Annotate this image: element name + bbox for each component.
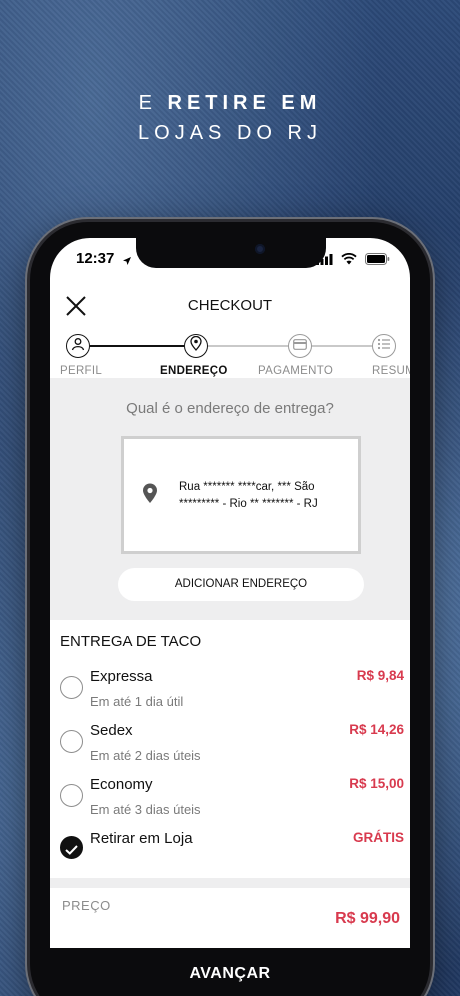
option-price: GRÁTIS	[352, 830, 404, 845]
option-eta: Em até 2 dias úteis	[90, 748, 201, 763]
status-time: 12:37	[76, 250, 115, 267]
address-card[interactable]: Rua ******* ****car, *** São ********* -…	[121, 436, 361, 554]
option-name: Retirar em Loja	[90, 830, 193, 847]
option-price: R$ 15,00	[349, 776, 404, 791]
status-icons	[316, 252, 390, 270]
option-name: Economy	[90, 776, 153, 793]
option-name: Expressa	[90, 668, 153, 685]
camera-icon	[255, 244, 265, 254]
step-label-pagamento: PAGAMENTO	[258, 365, 334, 377]
step-endereco[interactable]	[184, 334, 208, 358]
radio-button[interactable]	[60, 676, 83, 699]
checkmark-icon	[65, 842, 78, 860]
promo-prefix: E	[138, 92, 157, 114]
radio-button[interactable]	[60, 730, 83, 753]
location-arrow-icon	[122, 253, 132, 271]
step-pagamento[interactable]	[288, 334, 312, 358]
step-label-perfil: PERFIL	[60, 365, 103, 377]
advance-button[interactable]: AVANÇAR	[50, 948, 410, 996]
step-perfil[interactable]	[66, 334, 90, 358]
checkout-stepper: PERFIL ENDEREÇO PAGAMENTO RESUMO	[50, 332, 410, 382]
step-label-endereco: ENDEREÇO	[160, 365, 228, 377]
app-screen: 12:37 CHECKOUT PERFIL ENDEREÇO PAGAMENTO…	[50, 238, 410, 996]
price-summary: PREÇO R$ 99,90	[50, 888, 410, 948]
promo-line-2: LOJAS DO RJ	[138, 122, 322, 144]
location-pin-icon	[190, 335, 202, 356]
credit-card-icon	[293, 337, 307, 355]
step-resumo[interactable]	[372, 334, 396, 358]
delivery-option-retirar-em-loja[interactable]: Retirar em Loja GRÁTIS	[50, 826, 410, 878]
phone-frame: 12:37 CHECKOUT PERFIL ENDEREÇO PAGAMENTO…	[30, 222, 430, 996]
radio-button[interactable]	[60, 784, 83, 807]
delivery-title: ENTREGA DE TACO	[60, 633, 202, 650]
checkout-header: CHECKOUT	[50, 288, 410, 328]
address-section: Qual é o endereço de entrega? Rua ******…	[50, 378, 410, 620]
promo-text: E RETIRE EM LOJAS DO RJ	[0, 88, 460, 148]
promo-bold-text: RETIRE EM	[167, 92, 322, 114]
add-address-button[interactable]: ADICIONAR ENDEREÇO	[118, 568, 364, 601]
radio-button-checked[interactable]	[60, 836, 83, 859]
address-question: Qual é o endereço de entrega?	[126, 400, 334, 417]
delivery-option-sedex[interactable]: Sedex Em até 2 dias úteis R$ 14,26	[50, 718, 410, 770]
option-name: Sedex	[90, 722, 133, 739]
delivery-option-expressa[interactable]: Expressa Em até 1 dia útil R$ 9,84	[50, 664, 410, 716]
delivery-option-economy[interactable]: Economy Em até 3 dias úteis R$ 15,00	[50, 772, 410, 824]
price-value: R$ 99,90	[335, 910, 400, 927]
option-price: R$ 9,84	[356, 668, 404, 683]
section-divider	[50, 878, 410, 888]
battery-icon	[365, 252, 390, 270]
wifi-icon	[341, 252, 357, 270]
location-pin-icon	[142, 483, 158, 509]
option-eta: Em até 3 dias úteis	[90, 802, 201, 817]
page-title: CHECKOUT	[187, 297, 273, 314]
user-icon	[71, 337, 85, 356]
option-price: R$ 14,26	[349, 722, 404, 737]
step-connector	[312, 345, 372, 347]
step-label-resumo: RESUMO	[372, 365, 410, 377]
phone-notch	[136, 238, 326, 268]
address-text: Rua ******* ****car, *** São ********* -…	[179, 481, 318, 510]
step-connector	[90, 345, 184, 347]
option-eta: Em até 1 dia útil	[90, 694, 184, 709]
list-icon	[377, 337, 391, 355]
price-label: PREÇO	[62, 898, 111, 913]
delivery-section: ENTREGA DE TACO Expressa Em até 1 dia út…	[50, 620, 410, 878]
step-connector	[208, 345, 288, 347]
promo-line-1: E RETIRE EM	[0, 88, 460, 118]
